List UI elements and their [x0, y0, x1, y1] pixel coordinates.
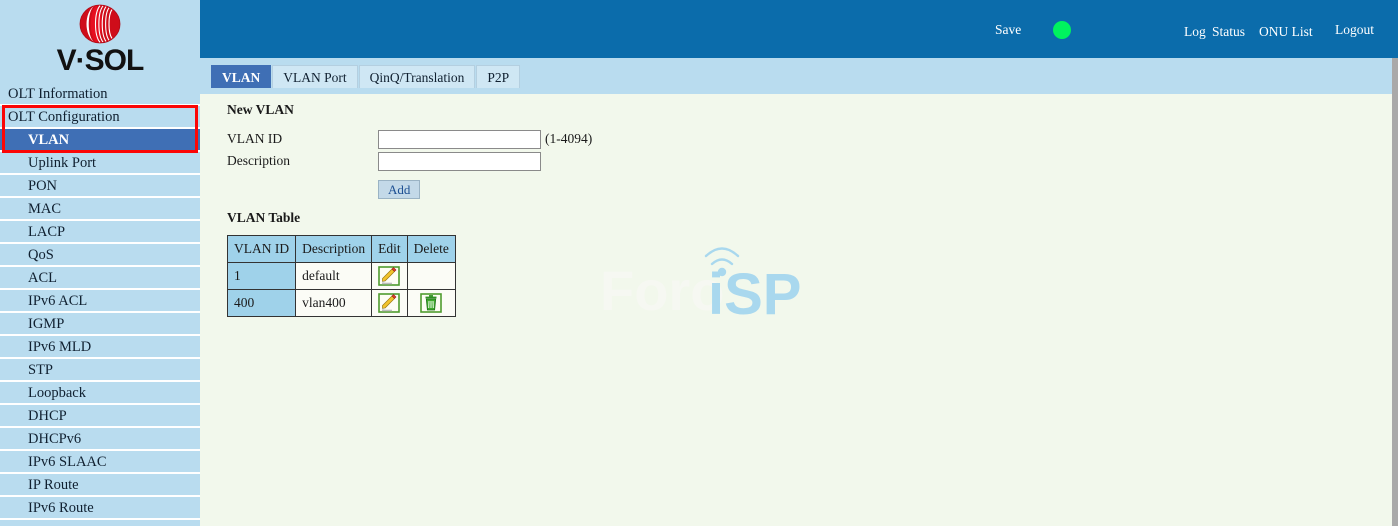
sidebar-item-label: Loopback — [28, 385, 86, 401]
vlan-id-row: VLAN ID (1-4094) — [227, 130, 1398, 152]
cell-delete — [406, 262, 456, 290]
sidebar-item-stp[interactable]: STP — [0, 359, 200, 382]
sidebar-item-label: IPv6 ACL — [28, 293, 88, 309]
vlan-table: VLAN ID Description Edit Delete 1 default 400… — [226, 235, 456, 317]
sidebar-item-label: ACL — [28, 270, 57, 286]
sidebar-item-label: IGMP — [28, 316, 65, 332]
sidebar-item-label: PON — [28, 178, 58, 194]
sidebar-item-label: QoS — [28, 247, 54, 263]
cell-delete[interactable] — [406, 289, 456, 317]
sidebar-item-label: VLAN — [28, 132, 70, 148]
sidebar-item-ip-route[interactable]: IP Route — [0, 474, 200, 497]
sidebar-item-label: OLT Information — [8, 86, 108, 102]
cell-vlan-id: 400 — [226, 289, 297, 317]
sidebar-item-label: IP Route — [28, 477, 79, 493]
edit-pencil-icon[interactable] — [378, 266, 401, 286]
sidebar-item-pon[interactable]: PON — [0, 175, 200, 198]
sidebar-item-label: DHCP — [28, 408, 67, 424]
sidebar-item-label: IPv6 Route — [28, 500, 94, 516]
cell-vlan-id: 1 — [226, 262, 297, 290]
sidebar-item-igmp[interactable]: IGMP — [0, 313, 200, 336]
sidebar-item-olt-configuration[interactable]: OLT Configuration — [0, 106, 200, 129]
sidebar-item-label: Uplink Port — [28, 155, 97, 171]
add-row: Add — [227, 178, 1398, 204]
description-row: Description — [227, 152, 1398, 174]
sidebar-item-loopback[interactable]: Loopback — [0, 382, 200, 405]
sidebar-item-label: LACP — [28, 224, 66, 240]
column-header-edit: Edit — [371, 235, 408, 263]
sidebar-item-label: OLT Configuration — [8, 109, 120, 125]
sidebar-nav: OLT Information OLT Configuration VLAN Upli… — [0, 83, 200, 520]
sidebar-item-label: MAC — [28, 201, 62, 217]
status-indicator-green-icon — [1053, 21, 1071, 39]
sidebar-item-vlan[interactable]: VLAN — [0, 129, 200, 152]
tab-p2p[interactable]: P2P — [476, 65, 521, 88]
log-link[interactable]: Log — [1184, 24, 1206, 40]
vsol-wordmark: V·SOL — [57, 44, 145, 77]
sidebar-item-dhcp[interactable]: DHCP — [0, 405, 200, 428]
tab-qinq-translation[interactable]: QinQ/Translation — [358, 65, 476, 88]
sidebar-item-dhcpv6[interactable]: DHCPv6 — [0, 428, 200, 451]
vsol-globe-icon — [79, 4, 121, 44]
vlan-table-title: VLAN Table — [227, 210, 301, 225]
sidebar-item-label: DHCPv6 — [28, 431, 82, 447]
brand-logo[interactable]: V·SOL — [0, 0, 200, 83]
column-header-delete: Delete — [406, 235, 456, 263]
sidebar-item-ipv6-mld[interactable]: IPv6 MLD — [0, 336, 200, 359]
svg-text:V·SOL: V·SOL — [57, 44, 144, 77]
sidebar-item-ipv6-slaac[interactable]: IPv6 SLAAC — [0, 451, 200, 474]
sidebar-item-label: IPv6 MLD — [28, 339, 92, 355]
table-row: 1 default — [226, 262, 456, 290]
olt-web-ui: V·SOL OLT Information OLT Configuration VL… — [0, 0, 1398, 526]
sidebar: V·SOL OLT Information OLT Configuration VL… — [0, 0, 200, 526]
description-label: Description — [227, 153, 290, 168]
description-input[interactable] — [378, 152, 541, 171]
sidebar-item-uplink-port[interactable]: Uplink Port — [0, 152, 200, 175]
sidebar-item-label: STP — [28, 362, 53, 378]
sidebar-item-mac[interactable]: MAC — [0, 198, 200, 221]
cell-description: vlan400 — [295, 289, 373, 317]
logout-link[interactable]: Logout — [1335, 22, 1374, 38]
column-header-vlan-id: VLAN ID — [226, 235, 297, 263]
status-link[interactable]: Status — [1212, 24, 1245, 40]
sidebar-item-lacp[interactable]: LACP — [0, 221, 200, 244]
sidebar-item-ipv6-route[interactable]: IPv6 Route — [0, 497, 200, 520]
cell-edit[interactable] — [371, 262, 408, 290]
onu-list-link[interactable]: ONU List — [1259, 24, 1313, 40]
table-row: 400 vlan400 — [226, 289, 456, 317]
tab-bar: VLAN VLAN Port QinQ/Translation P2P — [200, 58, 1398, 94]
vlan-id-label: VLAN ID — [227, 131, 283, 146]
table-header-row: VLAN ID Description Edit Delete — [226, 235, 456, 263]
cell-edit[interactable] — [371, 289, 408, 317]
vlan-id-range-hint: (1-4094) — [545, 131, 593, 146]
sidebar-item-label: IPv6 SLAAC — [28, 454, 107, 470]
delete-trash-icon[interactable] — [420, 293, 443, 313]
add-button[interactable]: Add — [378, 180, 421, 199]
content-panel: Foro iSP New VLAN VLAN ID (1-4094) Descr… — [200, 94, 1398, 526]
main-area: Save Log Status ONU List Logout VLAN VLAN… — [200, 0, 1398, 526]
table-body: 1 default 400 vlan400 — [226, 262, 456, 317]
vlan-id-input[interactable] — [378, 130, 541, 149]
tab-vlan[interactable]: VLAN — [211, 65, 272, 88]
top-header-bar: Save Log Status ONU List Logout — [200, 0, 1398, 58]
edit-pencil-icon[interactable] — [378, 293, 401, 313]
column-header-description: Description — [295, 235, 373, 263]
sidebar-item-acl[interactable]: ACL — [0, 267, 200, 290]
sidebar-item-qos[interactable]: QoS — [0, 244, 200, 267]
cell-description: default — [295, 262, 373, 290]
page-scrollbar[interactable] — [1392, 58, 1398, 526]
save-button[interactable]: Save — [995, 22, 1021, 38]
new-vlan-title: New VLAN — [227, 102, 294, 117]
tab-vlan-port[interactable]: VLAN Port — [272, 65, 358, 88]
sidebar-item-olt-information[interactable]: OLT Information — [0, 83, 200, 106]
sidebar-item-ipv6-acl[interactable]: IPv6 ACL — [0, 290, 200, 313]
